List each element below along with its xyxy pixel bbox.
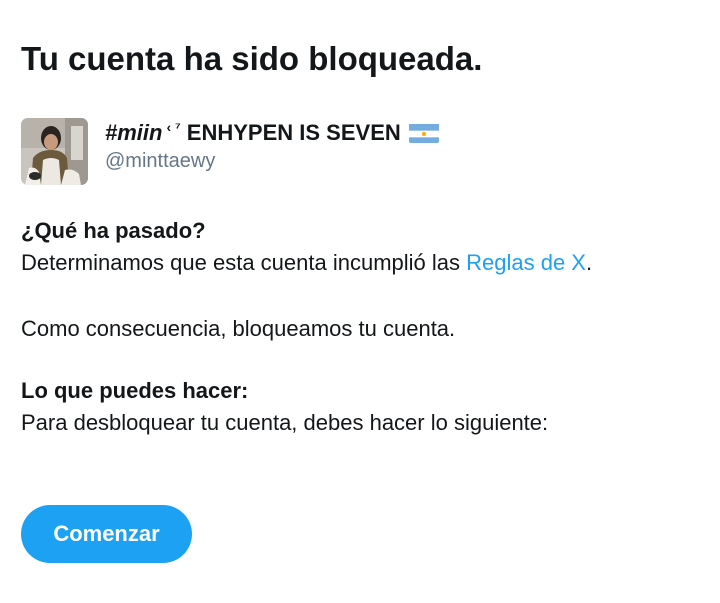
what-you-can-do-text: Para desbloquear tu cuenta, debes hacer … [21,410,549,435]
what-happened-section: ¿Qué ha pasado? Determinamos que esta cu… [21,215,592,279]
consequence-text: Como consecuencia, bloqueamos tu cuenta. [21,316,456,341]
what-happened-heading: ¿Qué ha pasado? [21,218,206,243]
avatar [21,118,88,185]
page-title: Tu cuenta ha sido bloqueada. [21,40,483,77]
consequence-section: Como consecuencia, bloqueamos tu cuenta. [21,313,455,345]
what-happened-text-after: . [585,250,593,275]
display-name-decoration: ‹ ⁷ [166,119,181,135]
display-name-text: ENHYPEN IS SEVEN [186,120,401,145]
x-rules-link[interactable]: Reglas de X [466,250,586,275]
account-handle: @minttaewy [105,150,216,172]
what-happened-text: Determinamos que esta cuenta incumplió l… [21,247,592,279]
start-button[interactable]: Comenzar [21,505,192,563]
display-name-hashtag: #miin [105,120,163,145]
what-happened-text-before: Determinamos que esta cuenta incumplió l… [21,250,467,275]
account-card: #miin ‹ ⁷ ENHYPEN IS SEVEN @minttaewy [21,118,439,185]
display-name: #miin ‹ ⁷ ENHYPEN IS SEVEN [105,119,439,147]
what-you-can-do-heading: Lo que puedes hacer: [21,378,249,403]
what-you-can-do-section: Lo que puedes hacer: Para desbloquear tu… [21,375,548,439]
argentina-flag-icon [408,123,439,143]
